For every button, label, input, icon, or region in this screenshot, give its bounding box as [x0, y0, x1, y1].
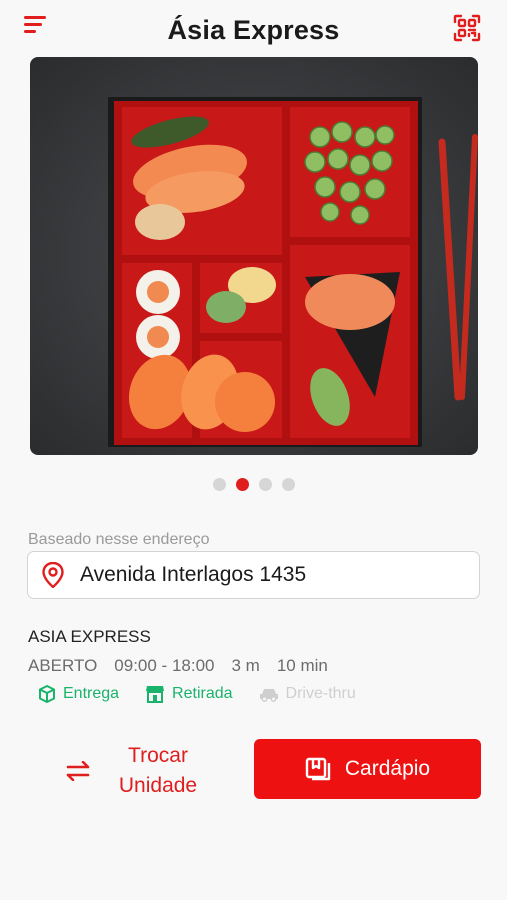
address-field[interactable]: Avenida Interlagos 1435 [27, 551, 480, 599]
store-name: ASIA EXPRESS [28, 627, 151, 646]
mode-pickup-label: Retirada [172, 685, 233, 702]
carousel-dot-active[interactable] [235, 478, 249, 491]
change-unit-line2: Unidade [118, 774, 198, 797]
bento-box-image [30, 57, 478, 455]
service-modes: Entrega Retirada Drive-thru [38, 685, 382, 703]
menu-book-icon [305, 757, 331, 781]
change-unit-line1: Trocar [128, 744, 188, 767]
address-label: Baseado nesse endereço [28, 531, 210, 548]
store-hours: 09:00 - 18:00 [114, 656, 215, 675]
address-value: Avenida Interlagos 1435 [80, 563, 307, 586]
mode-delivery-label: Entrega [63, 685, 120, 702]
carousel-pagination [0, 478, 507, 491]
qr-code-scan-icon[interactable] [453, 14, 481, 42]
menu-button-label: Cardápio [344, 757, 431, 780]
app-header: Ásia Express [0, 0, 507, 60]
carousel-dot[interactable] [258, 478, 272, 491]
mode-delivery: Entrega [38, 685, 119, 703]
swap-arrows-icon [66, 761, 90, 781]
store-distance: 3 m [231, 656, 260, 675]
location-pin-icon [42, 562, 64, 588]
package-icon [39, 685, 55, 703]
store-eta: 10 min [276, 656, 328, 675]
store-icon [146, 686, 165, 703]
carousel-dot[interactable] [212, 478, 226, 491]
store-info: ABERTO 09:00 - 18:00 3 m 10 min [28, 656, 345, 676]
page-title: Ásia Express [167, 15, 340, 45]
carousel-dot[interactable] [281, 478, 295, 491]
mode-drive-thru-label: Drive-thru [285, 685, 356, 702]
mode-pickup: Retirada [145, 685, 233, 703]
food-photo-carousel[interactable] [30, 57, 478, 455]
store-status: ABERTO [28, 656, 98, 675]
menu-button[interactable]: Cardápio [254, 739, 481, 799]
car-icon [259, 689, 278, 702]
mode-drive-thru: Drive-thru [259, 685, 356, 703]
change-unit-label: Trocar Unidade [104, 741, 212, 801]
change-unit-button[interactable]: Trocar Unidade [64, 740, 224, 802]
